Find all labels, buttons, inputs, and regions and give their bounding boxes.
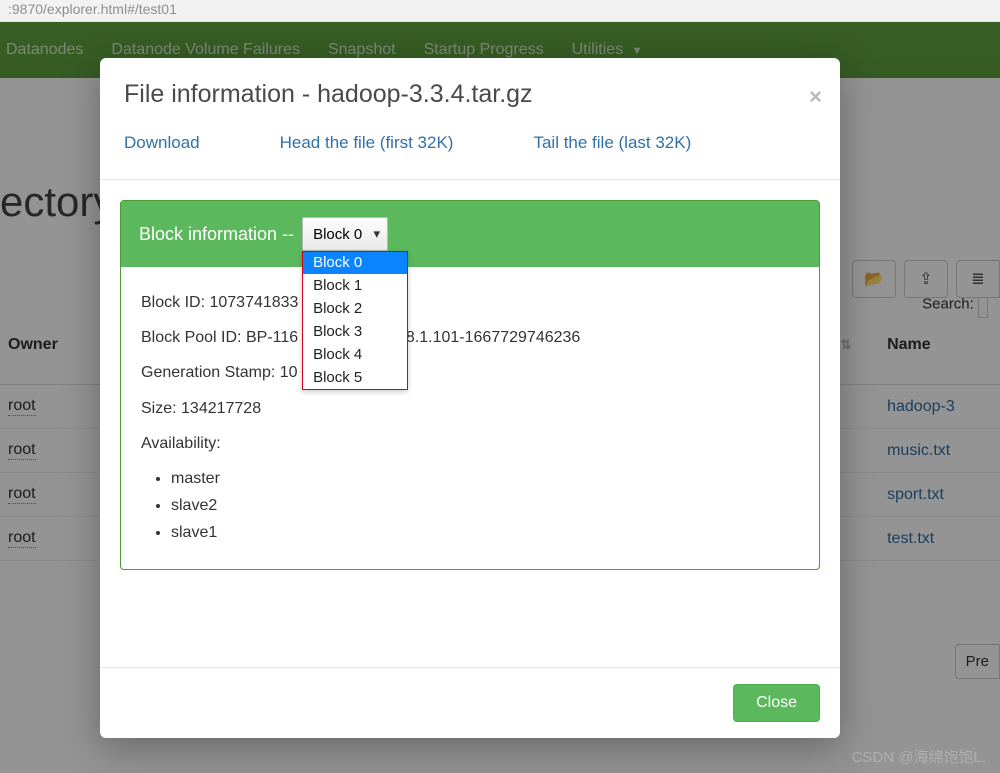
block-option[interactable]: Block 3: [303, 320, 407, 343]
block-pool-id-row: Block Pool ID: BP-116 168.1.101-166772974…: [141, 320, 799, 355]
gen-stamp-value: 10: [280, 364, 298, 381]
download-link[interactable]: Download: [124, 133, 200, 153]
block-info-label: Block information --: [139, 224, 294, 245]
head-file-link[interactable]: Head the file (first 32K): [280, 133, 454, 153]
block-id-value: 1073741833: [209, 294, 298, 311]
block-option[interactable]: Block 1: [303, 274, 407, 297]
availability-item: slave1: [171, 519, 799, 546]
modal-action-links: Download Head the file (first 32K) Tail …: [100, 119, 840, 180]
gen-stamp-label: Generation Stamp:: [141, 364, 280, 381]
size-value: 134217728: [181, 400, 261, 417]
block-pool-label: Block Pool ID:: [141, 329, 246, 346]
modal-footer: Close: [100, 667, 840, 738]
block-id-row: Block ID: 1073741833: [141, 285, 799, 320]
file-info-modal: File information - hadoop-3.3.4.tar.gz ×…: [100, 58, 840, 738]
block-option[interactable]: Block 2: [303, 297, 407, 320]
modal-header: File information - hadoop-3.3.4.tar.gz ×: [100, 58, 840, 119]
modal-title: File information - hadoop-3.3.4.tar.gz: [124, 80, 533, 108]
availability-item: slave2: [171, 492, 799, 519]
modal-close-x[interactable]: ×: [809, 84, 822, 110]
block-info-panel: Block information -- Block 0 ▾ Block 0 B…: [120, 200, 820, 570]
generation-stamp-row: Generation Stamp: 10: [141, 355, 799, 390]
size-row: Size: 134217728: [141, 391, 799, 426]
block-option[interactable]: Block 5: [303, 366, 407, 389]
availability-item: master: [171, 465, 799, 492]
block-option[interactable]: Block 0: [303, 251, 407, 274]
availability-label: Availability:: [141, 426, 799, 461]
block-select-wrap: Block 0 ▾ Block 0 Block 1 Block 2 Block …: [302, 217, 388, 251]
size-label: Size:: [141, 400, 181, 417]
availability-list: master slave2 slave1: [171, 465, 799, 547]
browser-address-bar: :9870/explorer.html#/test01: [0, 0, 1000, 22]
block-option[interactable]: Block 4: [303, 343, 407, 366]
watermark: CSDN @海绵饱饱L.: [852, 746, 986, 767]
block-info-panel-head: Block information -- Block 0 ▾ Block 0 B…: [121, 201, 819, 267]
close-button[interactable]: Close: [733, 684, 820, 722]
block-pool-value: BP-116: [246, 329, 298, 346]
block-id-label: Block ID:: [141, 294, 209, 311]
block-info-body: Block ID: 1073741833 Block Pool ID: BP-1…: [121, 267, 819, 569]
tail-file-link[interactable]: Tail the file (last 32K): [533, 133, 691, 153]
block-select[interactable]: Block 0: [302, 217, 388, 251]
block-dropdown-list[interactable]: Block 0 Block 1 Block 2 Block 3 Block 4 …: [302, 251, 408, 390]
block-pool-tail: 168.1.101-1667729746236: [388, 329, 580, 346]
